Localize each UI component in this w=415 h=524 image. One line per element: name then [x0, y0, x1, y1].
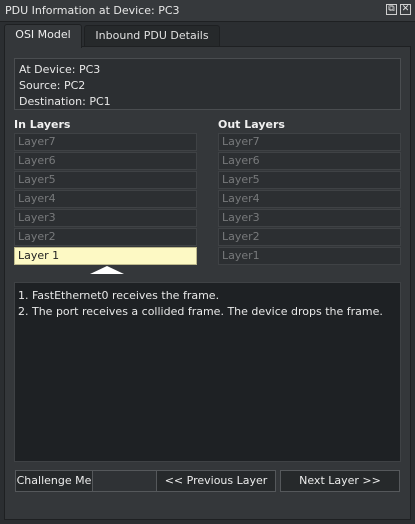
destination-label: Destination: PC1	[19, 95, 111, 108]
window-title: PDU Information at Device: PC3	[5, 4, 180, 17]
window-titlebar[interactable]: PDU Information at Device: PC3 ⧉ ✕	[0, 0, 415, 22]
in-layer-1-current[interactable]: Layer 1	[14, 247, 197, 265]
in-layers-heading: In Layers	[14, 118, 71, 131]
in-layer-2[interactable]: Layer2	[14, 228, 197, 246]
float-window-icon[interactable]: ⧉	[386, 4, 397, 15]
previous-layer-button[interactable]: << Previous Layer	[156, 470, 276, 492]
out-layer-2[interactable]: Layer2	[218, 228, 401, 246]
next-layer-button[interactable]: Next Layer >>	[280, 470, 400, 492]
in-layer-3[interactable]: Layer3	[14, 209, 197, 227]
in-layer-7[interactable]: Layer7	[14, 133, 197, 151]
description-line-2: 2. The port receives a collided frame. T…	[18, 305, 383, 318]
description-line-1: 1. FastEthernet0 receives the frame.	[18, 289, 220, 302]
in-layer-6[interactable]: Layer6	[14, 152, 197, 170]
tab-osi-model[interactable]: OSI Model	[4, 24, 82, 48]
button-bar-divider	[93, 470, 156, 492]
device-info-box: At Device: PC3 Source: PC2 Destination: …	[14, 58, 401, 110]
out-layer-4[interactable]: Layer4	[218, 190, 401, 208]
at-device-label: At Device: PC3	[19, 63, 101, 76]
close-icon[interactable]: ✕	[400, 4, 411, 15]
out-layer-6[interactable]: Layer6	[218, 152, 401, 170]
in-layer-5[interactable]: Layer5	[14, 171, 197, 189]
out-layer-3[interactable]: Layer3	[218, 209, 401, 227]
tab-inbound-pdu-details[interactable]: Inbound PDU Details	[84, 25, 220, 47]
out-layer-5[interactable]: Layer5	[218, 171, 401, 189]
in-layer-4[interactable]: Layer4	[14, 190, 197, 208]
current-layer-pointer-icon	[90, 266, 124, 274]
layer-description-box: 1. FastEthernet0 receives the frame. 2. …	[14, 282, 401, 462]
out-layer-1[interactable]: Layer1	[218, 247, 401, 265]
source-label: Source: PC2	[19, 79, 86, 92]
challenge-me-button[interactable]: Challenge Me	[15, 470, 93, 492]
out-layers-heading: Out Layers	[218, 118, 285, 131]
out-layer-7[interactable]: Layer7	[218, 133, 401, 151]
